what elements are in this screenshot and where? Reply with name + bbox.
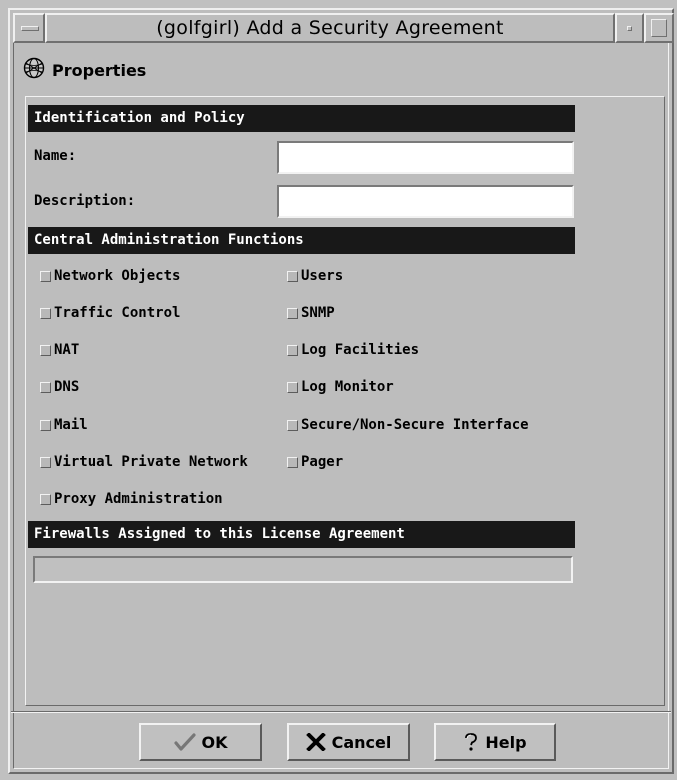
checkbox-label: DNS <box>54 379 80 395</box>
checkbox-log-monitor[interactable]: Log Monitor <box>287 379 394 395</box>
ok-button[interactable]: OK <box>139 723 262 761</box>
checkbox-snmp[interactable]: SNMP <box>287 305 335 321</box>
maximize-button[interactable] <box>644 13 674 43</box>
minimize-icon <box>627 26 632 31</box>
checkbox-label: Log Monitor <box>301 379 394 395</box>
cancel-label: Cancel <box>331 732 392 752</box>
checkbox-secure-non-secure-interface[interactable]: Secure/Non-Secure Interface <box>287 417 529 433</box>
minimize-button[interactable] <box>615 13 644 43</box>
section-firewalls: Firewalls Assigned to this License Agree… <box>28 521 575 548</box>
checkbox-toggle[interactable] <box>40 456 51 468</box>
checkbox-toggle[interactable] <box>40 381 51 393</box>
description-input[interactable] <box>277 185 574 218</box>
checkbox-label: Log Facilities <box>301 342 420 358</box>
checkbox-toggle[interactable] <box>287 307 298 319</box>
checkbox-toggle[interactable] <box>40 307 51 319</box>
ok-label: OK <box>201 732 228 752</box>
checkbox-toggle[interactable] <box>287 419 298 431</box>
checkbox-label: Proxy Administration <box>54 491 223 507</box>
checkbox-nat[interactable]: NAT <box>40 342 79 358</box>
checkbox-toggle[interactable] <box>287 344 298 356</box>
window-menu-icon <box>21 26 39 31</box>
checkbox-label: Network Objects <box>54 268 181 284</box>
checkbox-label: Traffic Control <box>54 305 181 321</box>
properties-label: Properties <box>52 60 147 80</box>
checkbox-proxy-administration[interactable]: Proxy Administration <box>40 491 223 507</box>
checkbox-toggle[interactable] <box>287 270 298 282</box>
window-title[interactable]: (golfgirl) Add a Security Agreement <box>45 13 615 43</box>
help-label: Help <box>485 732 527 752</box>
checkbox-mail[interactable]: Mail <box>40 417 88 433</box>
checkbox-label: Secure/Non-Secure Interface <box>301 417 529 433</box>
question-icon <box>463 732 479 752</box>
checkmark-icon <box>173 733 196 751</box>
name-input[interactable] <box>277 141 574 174</box>
checkbox-label: Virtual Private Network <box>54 454 248 470</box>
checkbox-log-facilities[interactable]: Log Facilities <box>287 342 419 358</box>
checkbox-toggle[interactable] <box>40 344 51 356</box>
checkbox-pager[interactable]: Pager <box>287 454 343 470</box>
checkbox-toggle[interactable] <box>40 419 51 431</box>
window-menu-button[interactable] <box>13 13 45 43</box>
checkbox-virtual-private-network[interactable]: Virtual Private Network <box>40 454 248 470</box>
description-label: Description: <box>34 193 136 209</box>
checkbox-toggle[interactable] <box>287 456 298 468</box>
checkbox-toggle[interactable] <box>40 493 51 505</box>
maximize-icon <box>651 19 667 37</box>
name-label: Name: <box>34 148 77 164</box>
checkbox-toggle[interactable] <box>40 270 51 282</box>
checkbox-users[interactable]: Users <box>287 268 343 284</box>
help-button[interactable]: Help <box>434 723 556 761</box>
cancel-button[interactable]: Cancel <box>287 723 410 761</box>
checkbox-dns[interactable]: DNS <box>40 379 79 395</box>
button-separator <box>11 711 671 713</box>
checkbox-toggle[interactable] <box>287 381 298 393</box>
checkbox-label: Mail <box>54 417 88 433</box>
checkbox-label: SNMP <box>301 305 335 321</box>
section-identification: Identification and Policy <box>28 105 575 132</box>
properties-header: Properties <box>23 55 146 85</box>
properties-globe-icon <box>23 57 45 83</box>
x-icon <box>305 733 326 751</box>
title-bar[interactable]: (golfgirl) Add a Security Agreement <box>13 13 674 43</box>
checkbox-network-objects[interactable]: Network Objects <box>40 268 180 284</box>
checkbox-label: Users <box>301 268 344 284</box>
firewalls-list[interactable] <box>33 556 573 583</box>
checkbox-label: NAT <box>54 342 80 358</box>
checkbox-label: Pager <box>301 454 344 470</box>
section-central-admin: Central Administration Functions <box>28 227 575 254</box>
checkbox-traffic-control[interactable]: Traffic Control <box>40 305 180 321</box>
